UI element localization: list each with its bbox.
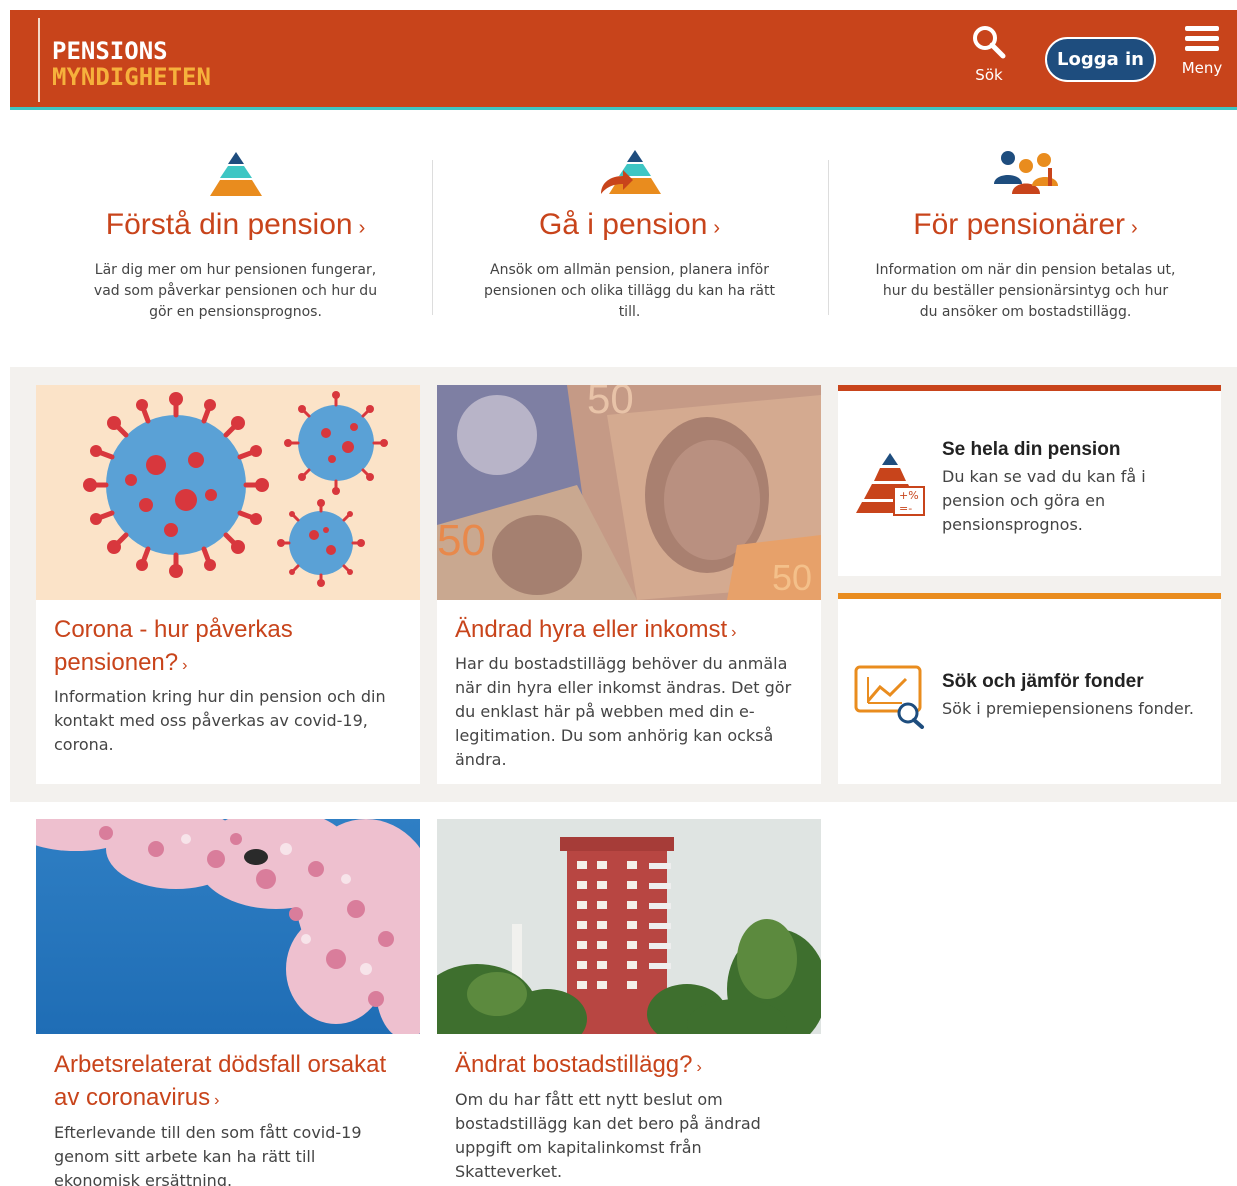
card-title-text: Ändrat bostadstillägg? <box>455 1051 693 1078</box>
card-title-text: Arbetsrelaterat dödsfall orsakat av coro… <box>54 1051 387 1111</box>
side-card-full-pension[interactable]: +% =- Se hela din pension Du kan se vad … <box>838 385 1221 576</box>
pyramid-calculator-icon: +% =- <box>854 451 926 521</box>
card-text: Information kring hur din pension och di… <box>54 687 386 754</box>
pyramid-arrow-icon <box>432 138 827 198</box>
chevron-right-icon: › <box>731 624 737 641</box>
feature-understand-pension: Förstå din pension › Lär dig mer om hur p… <box>38 138 433 323</box>
banknotes-photo: 50 50 50 <box>437 385 821 600</box>
menu-button[interactable]: Meny <box>1178 26 1226 102</box>
news-card-housing[interactable]: 50 50 50 Ändrad hyra eller inkomst › Har … <box>437 385 821 784</box>
search-label: Sök <box>975 66 1003 84</box>
feature-pensioners: För pensionärer › Information om när din … <box>828 138 1223 323</box>
apartment-building-photo <box>437 819 821 1034</box>
feature-title-link[interactable]: Gå i pension › <box>539 208 720 242</box>
feature-title: Förstå din pension <box>105 208 353 241</box>
logo-line2: MYNDIGHETEN <box>52 63 211 91</box>
svg-text:50: 50 <box>437 516 486 565</box>
site-logo[interactable]: PENSIONS MYNDIGHETEN <box>38 18 211 102</box>
side-card-title: Sök och jämför fonder <box>942 671 1144 692</box>
card-title-text: Corona - hur påverkas pensionen? <box>54 616 293 676</box>
pyramid-icon <box>38 138 433 198</box>
side-card-text: Sök i premiepensionens fonder. <box>942 699 1194 718</box>
chevron-right-icon: › <box>358 217 366 239</box>
feature-description: Ansök om allmän pension, planera inför p… <box>484 262 775 320</box>
chevron-right-icon: › <box>214 1092 220 1109</box>
search-icon <box>973 26 1006 59</box>
cherry-blossom-photo <box>36 819 420 1034</box>
card-text: Om du har fått ett nytt beslut om bostad… <box>455 1090 761 1181</box>
people-icon <box>828 138 1223 198</box>
card-title[interactable]: Corona - hur påverkas pensionen? › <box>54 613 394 682</box>
news-card-work-death[interactable]: Arbetsrelaterat dödsfall orsakat av coro… <box>36 819 420 1186</box>
card-title[interactable]: Ändrat bostadstillägg? › <box>455 1048 795 1084</box>
svg-text:50: 50 <box>587 385 634 422</box>
search-button[interactable]: Sök <box>965 24 1013 100</box>
feature-description: Information om när din pension betalas u… <box>875 262 1176 320</box>
card-title-text: Ändrad hyra eller inkomst <box>455 616 728 643</box>
card-title[interactable]: Arbetsrelaterat dödsfall orsakat av coro… <box>54 1048 394 1117</box>
svg-text:50: 50 <box>772 557 812 598</box>
card-text: Har du bostadstillägg behöver du anmäla … <box>455 654 792 769</box>
coronavirus-illustration <box>36 385 420 600</box>
side-card-title: Se hela din pension <box>942 439 1121 460</box>
chevron-right-icon: › <box>713 217 721 239</box>
news-card-housing-allowance[interactable]: Ändrat bostadstillägg? › Om du har fått e… <box>437 819 821 1184</box>
logo-line1: PENSIONS <box>52 37 168 65</box>
hamburger-icon <box>1178 26 1226 51</box>
chevron-right-icon: › <box>1131 217 1138 239</box>
feature-description: Lär dig mer om hur pensionen fungerar, v… <box>93 262 378 320</box>
site-header: PENSIONS MYNDIGHETEN Sök Logga in Meny <box>10 10 1237 110</box>
svg-text:=-: =- <box>899 502 912 515</box>
login-button[interactable]: Logga in <box>1045 37 1156 82</box>
feature-title: Gå i pension <box>538 208 708 241</box>
svg-text:+%: +% <box>899 489 919 502</box>
chevron-right-icon: › <box>696 1059 702 1076</box>
chevron-right-icon: › <box>182 657 188 674</box>
chart-search-icon <box>854 665 926 733</box>
card-text: Efterlevande till den som fått covid-19 … <box>54 1123 362 1186</box>
feature-title-link[interactable]: Förstå din pension › <box>106 208 365 242</box>
feature-title: För pensionärer <box>913 208 1126 241</box>
news-card-corona[interactable]: Corona - hur påverkas pensionen? › Inform… <box>36 385 420 784</box>
menu-label: Meny <box>1181 59 1223 77</box>
side-card-funds[interactable]: Sök och jämför fonder Sök i premiepensio… <box>838 593 1221 784</box>
feature-retire: Gå i pension › Ansök om allmän pension, p… <box>432 138 827 323</box>
feature-title-link[interactable]: För pensionärer › <box>913 208 1137 242</box>
side-card-text: Du kan se vad du kan få i pension och gö… <box>942 467 1146 534</box>
card-title[interactable]: Ändrad hyra eller inkomst › <box>455 613 795 649</box>
